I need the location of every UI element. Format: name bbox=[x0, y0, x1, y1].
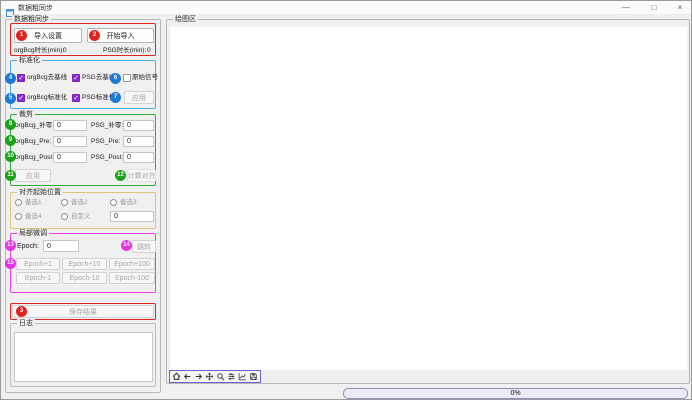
preprocess-title: 标准化 bbox=[17, 56, 42, 65]
badge-13: 13 bbox=[5, 240, 16, 251]
badge-8: 8 bbox=[5, 119, 16, 130]
option3-label: 备选3 bbox=[120, 198, 137, 208]
orgbcg-normalize-checkbox[interactable]: ✓ bbox=[17, 94, 25, 102]
epoch-plus1-button[interactable]: Epoch+1 bbox=[16, 258, 60, 270]
raw-signal-checkbox[interactable] bbox=[123, 74, 131, 82]
plot-panel-group: 绘图区 bbox=[166, 19, 690, 384]
epoch-input[interactable] bbox=[43, 240, 79, 252]
badge-12: 12 bbox=[115, 170, 126, 181]
badge-2: 2 bbox=[89, 30, 100, 41]
orgbcg-detrend-label: orgBcg去基线 bbox=[27, 73, 67, 83]
orgbcg-detrend-checkbox[interactable]: ✓ bbox=[17, 74, 25, 82]
psg-normalize-checkbox[interactable]: ✓ bbox=[72, 94, 80, 102]
crop-section: 裁剪 8 9 10 orgBcg_补零: PSG_补零: orgBcg_Pre:… bbox=[10, 114, 156, 186]
save-section: 保存结果 3 bbox=[10, 303, 156, 320]
plot-title: 绘图区 bbox=[173, 15, 198, 24]
orgbcg-pre-input[interactable] bbox=[53, 136, 87, 147]
epoch-minus100-button[interactable]: Epoch-100 bbox=[109, 272, 155, 284]
preprocess-apply-button[interactable]: 应用 bbox=[124, 91, 154, 104]
zoom-icon[interactable] bbox=[216, 371, 225, 382]
psg-detrend-checkbox[interactable]: ✓ bbox=[72, 74, 80, 82]
customize-icon[interactable] bbox=[238, 371, 247, 382]
orgbcg-pad-label: orgBcg_补零: bbox=[15, 121, 54, 131]
psg-pad-input[interactable] bbox=[123, 120, 154, 131]
orgbcg-pre-label: orgBcg_Pre: bbox=[15, 137, 51, 147]
badge-4: 4 bbox=[5, 73, 16, 84]
option1-label: 备选1 bbox=[25, 198, 42, 208]
badge-6: 6 bbox=[110, 73, 121, 84]
crop-apply-button[interactable]: 应用 bbox=[15, 169, 51, 182]
align-section: 对齐起始位置 备选1 备选2 备选3 备选4 自定义 bbox=[10, 192, 156, 229]
epoch-label: Epoch: bbox=[17, 242, 39, 252]
app-window: 数据粗同步 — □ × 数据粗同步 导入设置 开始导入 1 2 orgBcg时长… bbox=[0, 0, 692, 400]
psg-post-label: PSG_Post: bbox=[91, 153, 123, 163]
subplots-icon[interactable] bbox=[227, 371, 236, 382]
calc-align-button[interactable]: 计算对齐 bbox=[127, 169, 156, 182]
badge-14: 14 bbox=[121, 240, 132, 251]
crop-title: 裁剪 bbox=[17, 110, 35, 119]
badge-1: 1 bbox=[16, 30, 27, 41]
orgbcg-duration-label: orgBcg时长(min): bbox=[14, 46, 64, 56]
option4-radio[interactable] bbox=[15, 213, 22, 220]
epoch-plus100-button[interactable]: Epoch+100 bbox=[109, 258, 155, 270]
log-section: 日志 bbox=[10, 323, 156, 387]
orgbcg-post-input[interactable] bbox=[53, 152, 87, 163]
badge-5: 5 bbox=[5, 93, 16, 104]
badge-7: 7 bbox=[110, 92, 121, 103]
option2-radio[interactable] bbox=[61, 199, 68, 206]
epoch-minus1-button[interactable]: Epoch-1 bbox=[16, 272, 60, 284]
epoch-title: 局部微调 bbox=[17, 229, 49, 238]
close-button[interactable]: × bbox=[671, 1, 689, 14]
epoch-minus10-button[interactable]: Epoch-10 bbox=[62, 272, 107, 284]
custom-position-input[interactable] bbox=[110, 211, 154, 222]
save-icon[interactable] bbox=[249, 371, 258, 382]
app-icon bbox=[6, 4, 14, 12]
badge-11: 11 bbox=[5, 170, 16, 181]
back-icon[interactable] bbox=[183, 371, 192, 382]
title-bar: 数据粗同步 — □ × bbox=[1, 1, 691, 15]
epoch-plus10-button[interactable]: Epoch+10 bbox=[62, 258, 107, 270]
raw-signal-label: 原始信号 bbox=[132, 73, 158, 83]
orgbcg-post-label: orgBcg_Post: bbox=[15, 153, 54, 163]
align-title: 对齐起始位置 bbox=[17, 188, 63, 197]
option2-label: 备选2 bbox=[71, 198, 88, 208]
option4-label: 备选4 bbox=[25, 212, 42, 222]
custom-label: 自定义 bbox=[71, 212, 91, 222]
log-title: 日志 bbox=[17, 319, 35, 328]
psg-post-input[interactable] bbox=[123, 152, 154, 163]
window-title: 数据粗同步 bbox=[18, 3, 53, 13]
badge-3: 3 bbox=[16, 306, 27, 317]
psg-pad-label: PSG_补零: bbox=[91, 121, 123, 131]
option1-radio[interactable] bbox=[15, 199, 22, 206]
option3-radio[interactable] bbox=[110, 199, 117, 206]
jump-button[interactable]: 跳转 bbox=[132, 240, 156, 253]
forward-icon[interactable] bbox=[194, 371, 203, 382]
log-textarea[interactable] bbox=[14, 332, 153, 382]
save-result-button[interactable]: 保存结果 bbox=[12, 305, 154, 318]
left-panel-group: 数据粗同步 导入设置 开始导入 1 2 orgBcg时长(min): 0 PSG… bbox=[5, 19, 161, 393]
badge-10: 10 bbox=[5, 151, 16, 162]
maximize-button[interactable]: □ bbox=[645, 1, 663, 14]
minimize-button[interactable]: — bbox=[617, 1, 635, 14]
orgbcg-pad-input[interactable] bbox=[53, 120, 87, 131]
psg-pre-input[interactable] bbox=[123, 136, 154, 147]
pan-icon[interactable] bbox=[205, 371, 214, 382]
orgbcg-normalize-label: orgBcg标准化 bbox=[27, 93, 67, 103]
psg-duration-value: 0 bbox=[147, 46, 151, 56]
psg-pre-label: PSG_Pre: bbox=[91, 137, 120, 147]
home-icon[interactable] bbox=[172, 371, 181, 382]
psg-duration-label: PSG时长(min): bbox=[103, 46, 146, 56]
epoch-section: 局部微调 13 Epoch: 14 跳转 15 Epoch+1 Epoch+10… bbox=[10, 233, 156, 293]
progress-bar: 0% bbox=[343, 388, 688, 399]
custom-radio[interactable] bbox=[61, 213, 68, 220]
import-section: 导入设置 开始导入 1 2 orgBcg时长(min): 0 PSG时长(min… bbox=[10, 23, 156, 56]
plot-toolbar bbox=[169, 370, 261, 383]
orgbcg-duration-value: 0 bbox=[63, 46, 67, 56]
preprocess-section: 标准化 4 ✓ orgBcg去基线 ✓ PSG去基线 6 原始信号 5 ✓ or… bbox=[10, 60, 156, 109]
plot-canvas[interactable] bbox=[170, 27, 687, 370]
badge-9: 9 bbox=[5, 135, 16, 146]
progress-value: 0% bbox=[510, 390, 520, 397]
badge-15: 15 bbox=[5, 258, 16, 269]
